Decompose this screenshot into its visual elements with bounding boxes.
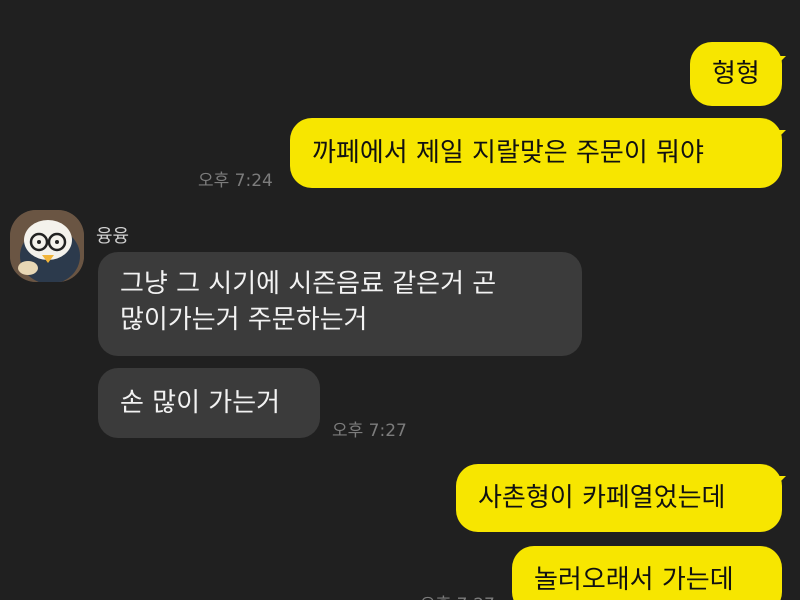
bubble-tail <box>772 56 786 70</box>
sender-avatar[interactable] <box>10 210 84 282</box>
outgoing-message-bubble[interactable]: 놀러오래서 가는데 <box>512 546 782 600</box>
sender-name: 융융 <box>96 226 130 247</box>
message-timestamp: 오후 7:27 <box>420 590 495 600</box>
message-timestamp: 오후 7:24 <box>198 171 273 191</box>
message-timestamp: 오후 7:27 <box>332 421 407 441</box>
outgoing-message-bubble[interactable]: 형형 <box>690 42 782 106</box>
incoming-message-bubble[interactable]: 그냥 그 시기에 시즌음료 같은거 곤 많이가는거 주문하는거 <box>98 252 582 356</box>
message-text-line: 그냥 그 시기에 시즌음료 같은거 곤 <box>120 269 497 299</box>
bubble-tail <box>772 476 786 490</box>
bubble-tail <box>772 130 786 144</box>
message-text-line: 많이가는거 주문하는거 <box>120 305 368 335</box>
chat-screen: 형형 까페에서 제일 지랄맞은 주문이 뭐야 오후 7:24 융융 그냥 그 시… <box>0 0 800 600</box>
outgoing-message-bubble[interactable]: 사촌형이 카페열었는데 <box>456 464 782 532</box>
penguin-avatar-icon <box>10 210 84 282</box>
outgoing-message-bubble[interactable]: 까페에서 제일 지랄맞은 주문이 뭐야 <box>290 118 782 188</box>
incoming-message-bubble[interactable]: 손 많이 가는거 <box>98 368 320 438</box>
